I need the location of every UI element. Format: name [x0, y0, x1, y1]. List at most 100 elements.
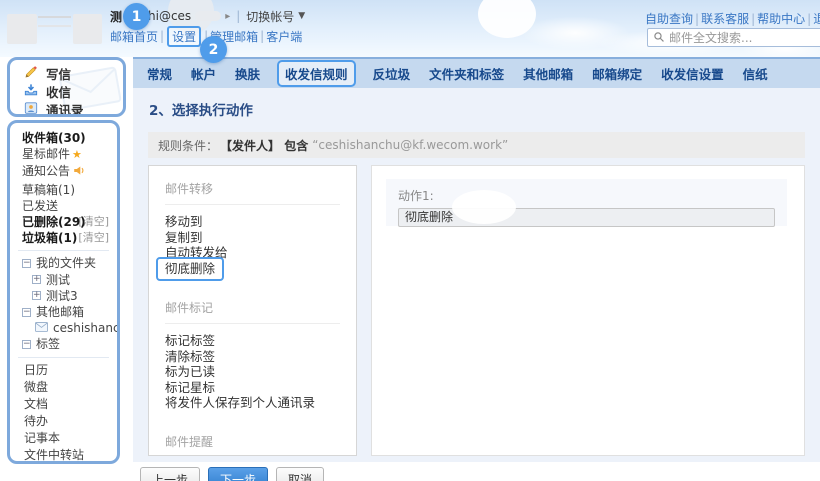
compose-actions: 写信收信通讯录 [10, 60, 123, 117]
sidebar-tree-item[interactable]: −其他邮箱 [10, 304, 117, 320]
annotation-step-1: 1 [123, 3, 150, 30]
redaction-blob [452, 190, 516, 224]
clear-folder-link[interactable]: [清空] [78, 230, 109, 246]
sidebar-app-微盘[interactable]: 微盘 [10, 379, 117, 396]
sidebar-app-记事本[interactable]: 记事本 [10, 430, 117, 447]
rule-condition-label: 规则条件： [158, 137, 218, 154]
chevron-down-icon[interactable]: ▼ [298, 11, 305, 21]
sidebar-tree-item[interactable]: + 测试3 [10, 288, 117, 304]
footer-button-下一步[interactable]: 下一步 [208, 467, 268, 481]
collapse-icon[interactable]: − [22, 340, 31, 349]
expand-icon[interactable]: + [32, 275, 41, 284]
collapse-icon[interactable]: − [22, 259, 31, 268]
sidebar-folder[interactable]: [清空]已删除(29) [10, 214, 117, 230]
tree-label: 我的文件夹 [36, 255, 96, 271]
menu-item-彻底删除[interactable]: 彻底删除 [165, 261, 340, 278]
tab-帐户[interactable]: 帐户 [191, 64, 216, 83]
action-menu-panel: 邮件转移移动到复制到自动转发给彻底删除邮件标记标记标签清除标签标为已读标记星标将… [148, 165, 357, 456]
divider [18, 250, 109, 251]
sidebar-app-待办[interactable]: 待办 [10, 413, 117, 430]
sidebar-app-日历[interactable]: 日历 [10, 362, 117, 379]
sidebar-app-文档[interactable]: 文档 [10, 396, 117, 413]
folder-list: 收件箱(30)星标邮件★通知公告草稿箱(1)已发送[清空]已删除(29)[清空]… [10, 130, 117, 246]
menu-item-标为已读[interactable]: 标为已读 [165, 364, 340, 380]
menu-item-清除标签[interactable]: 清除标签 [165, 349, 340, 365]
tree-label: 标签 [36, 336, 60, 352]
star-icon: ★ [72, 148, 82, 161]
redacted-account-text [195, 11, 221, 21]
tab-换肤[interactable]: 换肤 [235, 64, 260, 83]
speaker-icon [73, 166, 86, 180]
top-link-1[interactable]: 自助查询 [645, 10, 693, 27]
menu-item-标记标签[interactable]: 标记标签 [165, 333, 340, 349]
action-card: 动作1: 彻底删除 [386, 179, 787, 226]
separator: | [160, 29, 164, 43]
top-header: 测 hi@ces ▸ | 切换帐号 ▼ 邮箱首页|设置|管理邮箱|客户端 自助查… [0, 0, 820, 57]
nav-link-2[interactable]: 设置 [167, 26, 201, 47]
menu-item-移动到[interactable]: 移动到 [165, 214, 340, 230]
tab-收发信设置[interactable]: 收发信设置 [661, 64, 724, 83]
tab-邮箱绑定[interactable]: 邮箱绑定 [592, 64, 642, 83]
nav-link-4[interactable]: 客户端 [266, 28, 302, 45]
footer-button-上一步[interactable]: 上一步 [140, 467, 200, 481]
folder-label: 已发送 [22, 199, 58, 213]
annotated-menu-item: 彻底删除 [156, 257, 224, 282]
separator: | [807, 12, 811, 26]
separator: | [260, 29, 264, 43]
pencil-icon [24, 65, 38, 82]
menu-item-将发件人保存到个人通讯录[interactable]: 将发件人保存到个人通讯录 [165, 395, 340, 411]
footer-buttons: 上一步下一步取消 [140, 467, 324, 481]
sidebar-action-label: 写信 [46, 64, 71, 83]
sidebar-tree-item[interactable]: −标签 [10, 336, 117, 352]
search-input[interactable]: 邮件全文搜索... [647, 28, 820, 47]
tab-收发信规则[interactable]: 收发信规则 [277, 60, 356, 87]
tab-常规[interactable]: 常规 [147, 64, 172, 83]
tab-其他邮箱[interactable]: 其他邮箱 [523, 64, 573, 83]
switch-account-link[interactable]: 切换帐号 [246, 8, 294, 25]
menu-item-复制到[interactable]: 复制到 [165, 230, 340, 246]
tab-反垃圾[interactable]: 反垃圾 [373, 64, 411, 83]
folder-label: 收件箱(30) [22, 131, 86, 145]
tab-文件夹和标签[interactable]: 文件夹和标签 [429, 64, 504, 83]
folder-label: 已删除(29) [22, 215, 86, 229]
nav-link-1[interactable]: 邮箱首页 [110, 28, 158, 45]
sidebar-tree-item[interactable]: ceshishanchu [10, 320, 117, 336]
sidebar-folder[interactable]: 通知公告 [10, 163, 117, 181]
sidebar-folder[interactable]: 草稿箱(1) [10, 182, 117, 198]
account-caret: ▸ [225, 11, 230, 22]
sidebar-folder[interactable]: 收件箱(30) [10, 130, 117, 146]
action-detail-panel: 动作1: 彻底删除 [371, 165, 805, 456]
tree-label: 其他邮箱 [36, 304, 84, 320]
menu-item-标记星标[interactable]: 标记星标 [165, 380, 340, 396]
sidebar-folder[interactable]: 已发送 [10, 198, 117, 214]
redacted-logo [73, 14, 102, 44]
rule-condition-bar: 规则条件： 【发件人】 包含 “ceshishanchu@kf.wecom.wo… [148, 132, 805, 158]
sidebar-tree-item[interactable]: + 测试 [10, 272, 117, 288]
sidebar-folder[interactable]: [清空]垃圾箱(1) [10, 230, 117, 246]
folder-label: 通知公告 [22, 164, 70, 178]
sidebar-action-收信[interactable]: 收信 [10, 82, 123, 100]
mail-settings-page: 测 hi@ces ▸ | 切换帐号 ▼ 邮箱首页|设置|管理邮箱|客户端 自助查… [0, 0, 820, 481]
annotation-step-2: 2 [200, 36, 227, 63]
tree-label: 测试3 [46, 288, 78, 304]
sidebar-folder[interactable]: 星标邮件★ [10, 146, 117, 163]
sidebar-action-通讯录[interactable]: 通讯录 [10, 100, 123, 117]
expand-icon[interactable]: + [32, 291, 41, 300]
sidebar-tree-item[interactable]: −我的文件夹 [10, 255, 117, 271]
top-link-4[interactable]: 退 [813, 10, 820, 27]
top-link-3[interactable]: 帮助中心 [757, 10, 805, 27]
separator: | [751, 12, 755, 26]
sidebar-compose-box: 写信收信通讯录 [7, 57, 126, 117]
sidebar-action-写信[interactable]: 写信 [10, 64, 123, 82]
folder-label: 垃圾箱(1) [22, 231, 77, 245]
collapse-icon[interactable]: − [22, 308, 31, 317]
account-name-fragment: 测 [110, 8, 122, 25]
inbox-icon [24, 83, 38, 100]
footer-button-取消[interactable]: 取消 [276, 467, 324, 481]
separator: | [236, 9, 240, 23]
top-link-2[interactable]: 联系客服 [701, 10, 749, 27]
tab-信纸[interactable]: 信纸 [743, 64, 768, 83]
tree-label: 测试 [46, 272, 70, 288]
menu-section-heading: 邮件提醒 [165, 429, 340, 457]
sidebar-app-文件中转站[interactable]: 文件中转站 [10, 447, 117, 464]
